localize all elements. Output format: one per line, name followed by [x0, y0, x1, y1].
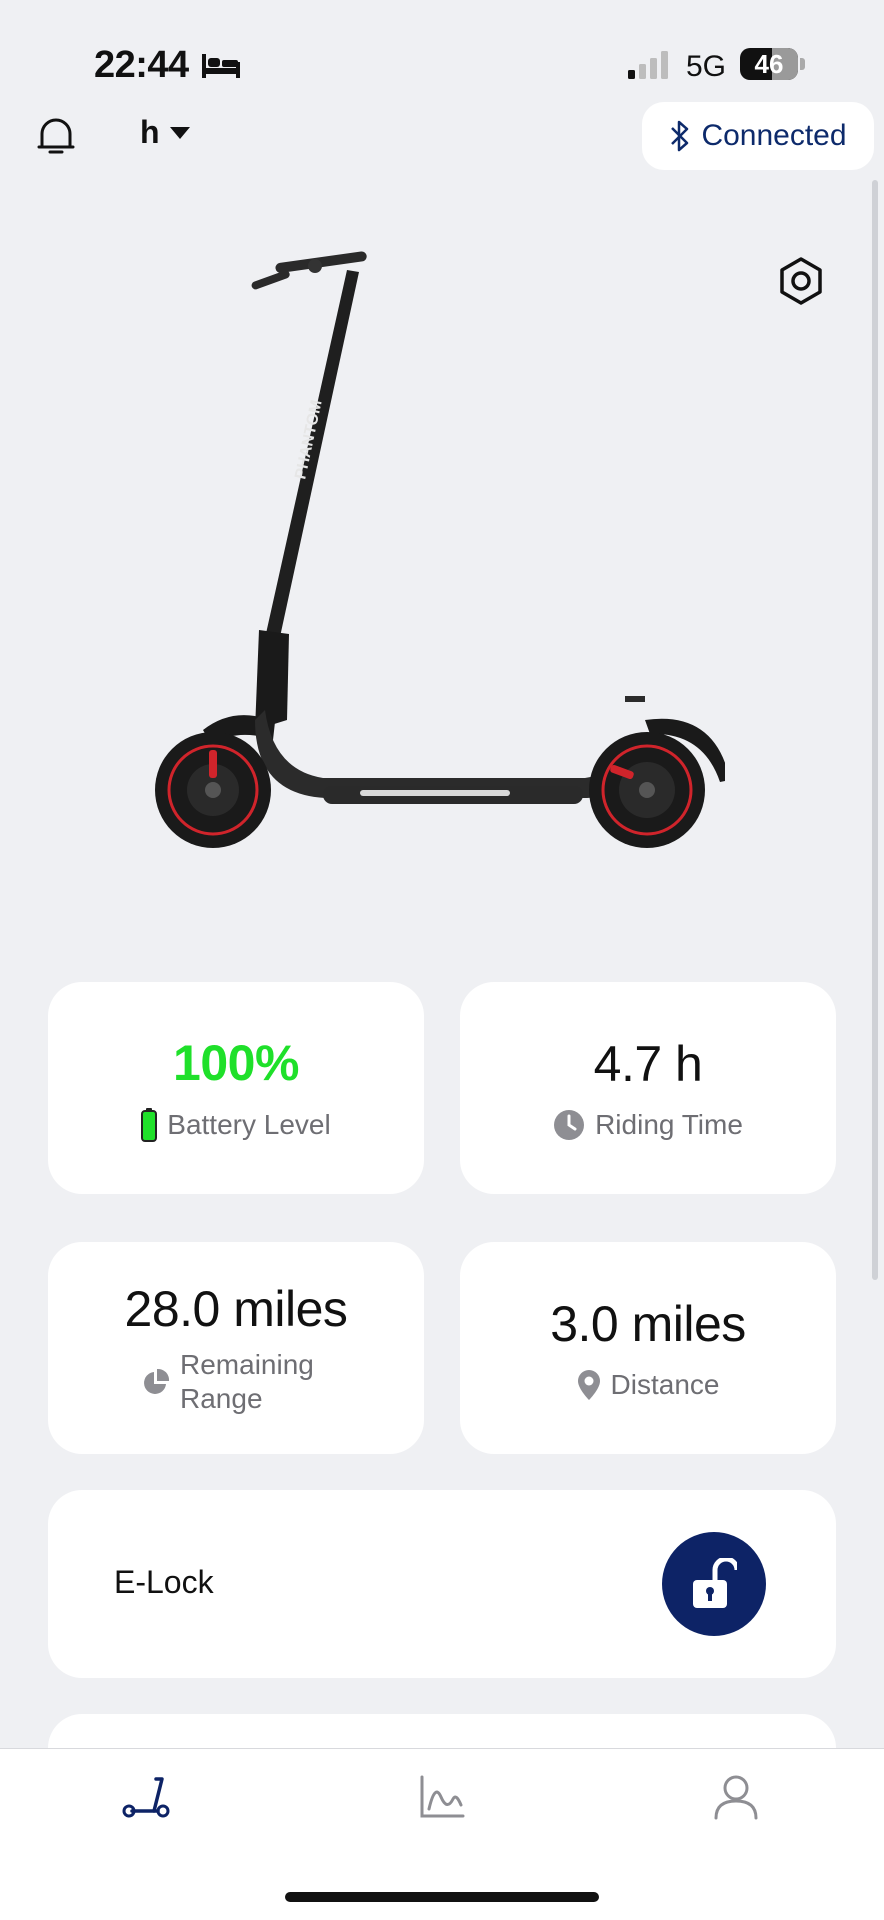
battery-indicator: 46	[740, 48, 798, 80]
riding-time-value: 4.7 h	[593, 1036, 703, 1092]
distance-label: Distance	[610, 1369, 720, 1400]
riding-time-label: Riding Time	[595, 1109, 743, 1140]
stats-chart-icon	[420, 1775, 465, 1818]
battery-level-value: 100%	[173, 1035, 299, 1091]
bluetooth-icon	[671, 120, 689, 152]
remaining-range-value: 28.0 miles	[124, 1281, 348, 1337]
scrollbar[interactable]	[872, 180, 878, 1280]
battery-percent: 46	[754, 49, 784, 79]
location-pin-icon	[577, 1370, 600, 1400]
battery-level-card: 100% Battery Level	[48, 982, 424, 1194]
notification-bell-icon[interactable]	[34, 114, 78, 158]
profile-icon	[714, 1775, 758, 1820]
clock-icon	[554, 1110, 585, 1140]
scooter-image: PHANTOM	[155, 251, 725, 848]
distance-card: 3.0 miles Distance	[460, 1242, 836, 1454]
chevron-down-icon	[169, 126, 190, 139]
elock-card: E-Lock	[48, 1490, 836, 1678]
network-type: 5G	[686, 50, 727, 83]
scooter-tab-icon	[122, 1777, 170, 1818]
elock-toggle-button[interactable]	[662, 1532, 766, 1636]
battery-tip	[800, 58, 805, 70]
pie-chart-icon	[144, 1368, 170, 1394]
cellular-signal-icon	[628, 51, 668, 79]
distance-value: 3.0 miles	[550, 1296, 746, 1352]
riding-time-card: 4.7 h Riding Time	[460, 982, 836, 1194]
remaining-range-card: 28.0 miles Remaining Range	[48, 1242, 424, 1454]
tab-profile[interactable]	[706, 1767, 766, 1827]
status-time: 22:44	[94, 44, 189, 86]
remaining-range-label: Remaining Range	[180, 1349, 314, 1414]
home-indicator[interactable]	[285, 1892, 599, 1902]
device-name: h	[140, 114, 160, 150]
elock-label: E-Lock	[114, 1564, 214, 1600]
battery-level-label: Battery Level	[167, 1109, 331, 1140]
tab-scooter[interactable]	[116, 1767, 176, 1827]
tab-statistics[interactable]	[412, 1767, 472, 1827]
battery-full-icon	[141, 1108, 158, 1142]
sleep-focus-icon	[202, 54, 240, 78]
connection-status-button[interactable]: Connected	[642, 102, 874, 170]
settings-icon[interactable]	[776, 256, 826, 306]
connection-status-label: Connected	[701, 119, 847, 152]
device-selector[interactable]: h	[140, 114, 190, 151]
unlocked-padlock-icon	[693, 1558, 737, 1608]
